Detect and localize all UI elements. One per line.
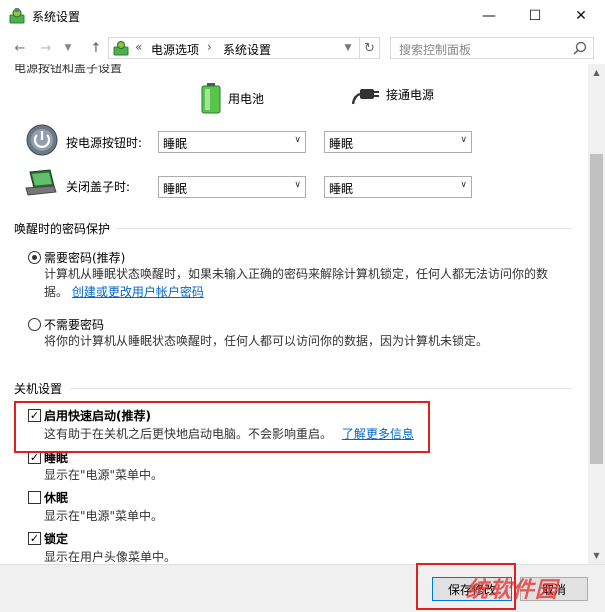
no-password-label[interactable]: 不需要密码: [44, 316, 104, 333]
up-button[interactable]: ↑: [86, 38, 106, 58]
wake-section-title: 唤醒时的密码保护: [14, 222, 111, 236]
address-row: ← → ▼ ↑ « 电源选项 › 系统设置 ▼ ↻ 搜索控制面板: [0, 32, 605, 64]
battery-column-header: 用电池: [200, 82, 264, 114]
power-plug-icon: [352, 89, 379, 105]
lock-label[interactable]: 锁定: [44, 530, 68, 547]
chevron-down-icon: ∨: [460, 180, 467, 190]
sleep-description: 显示在"电源"菜单中。: [44, 468, 164, 482]
plugged-in-label: 接通电源: [386, 87, 435, 102]
hibernate-checkbox[interactable]: [28, 491, 41, 504]
search-icon[interactable]: [573, 41, 587, 55]
power-button-battery-select[interactable]: 睡眠 ∨: [158, 131, 306, 153]
battery-label: 用电池: [228, 91, 265, 106]
require-password-desc-line2: 据。: [44, 285, 69, 299]
breadcrumb-power-options[interactable]: 电源选项: [151, 41, 199, 58]
search-input[interactable]: 搜索控制面板: [390, 37, 594, 59]
lid-battery-select[interactable]: 睡眠 ∨: [158, 176, 306, 198]
breadcrumb-overflow[interactable]: «: [135, 40, 142, 54]
no-password-radio[interactable]: [28, 318, 41, 331]
power-options-icon: [9, 8, 25, 24]
chevron-down-icon: ∨: [460, 135, 467, 145]
lid-plugged-select[interactable]: 睡眠 ∨: [324, 176, 472, 198]
breadcrumb-system-settings[interactable]: 系统设置: [223, 41, 271, 58]
lid-label: 关闭盖子时:: [66, 180, 131, 194]
control-panel-icon: [113, 41, 129, 56]
scroll-up-icon[interactable]: ▲: [588, 64, 605, 81]
create-password-link[interactable]: 创建或更改用户帐户密码: [72, 285, 204, 299]
hibernate-label[interactable]: 休眠: [44, 489, 68, 506]
scroll-down-icon[interactable]: ▼: [588, 547, 605, 564]
require-password-description: 计算机从睡眠状态唤醒时，如果未输入正确的密码来解除计算机锁定，任何人都无法访问你…: [44, 265, 574, 301]
lock-checkbox[interactable]: ✓: [28, 532, 41, 545]
settings-content: 电源按钮和盖子设置 用电池 接通电源 按电源按钮时: 睡眠 ∨ 睡眠 ∨ 关闭盖…: [0, 64, 588, 564]
address-dropdown-icon[interactable]: ▼: [341, 41, 355, 55]
require-password-radio[interactable]: [28, 251, 41, 264]
lock-description: 显示在用户头像菜单中。: [44, 550, 177, 564]
forward-button[interactable]: →: [36, 38, 56, 58]
hibernate-description: 显示在"电源"菜单中。: [44, 509, 164, 523]
battery-icon: [201, 83, 221, 114]
shutdown-section-title: 关机设置: [14, 382, 63, 396]
chevron-down-icon: ∨: [294, 180, 301, 190]
power-section-title: 电源按钮和盖子设置: [14, 64, 123, 75]
recent-locations-chevron-icon[interactable]: ▼: [58, 38, 78, 58]
wake-divider: [116, 228, 572, 229]
close-button[interactable]: ✕: [558, 0, 604, 32]
window-title: 系统设置: [32, 10, 81, 24]
laptop-lid-icon: [25, 169, 57, 196]
scroll-thumb[interactable]: [590, 154, 603, 464]
maximize-button[interactable]: ☐: [512, 0, 558, 32]
power-button-plugged-value: 睡眠: [329, 137, 354, 151]
power-button-label: 按电源按钮时:: [66, 136, 143, 150]
watermark: 统软件园: [466, 578, 559, 603]
back-button[interactable]: ←: [10, 38, 30, 58]
lid-battery-value: 睡眠: [163, 182, 188, 196]
require-password-desc-line1: 计算机从睡眠状态唤醒时，如果未输入正确的密码来解除计算机锁定，任何人都无法访问你…: [44, 267, 549, 281]
chevron-down-icon: ∨: [294, 135, 301, 145]
lid-plugged-value: 睡眠: [329, 182, 354, 196]
power-button-battery-value: 睡眠: [163, 137, 188, 151]
no-password-description: 将你的计算机从睡眠状态唤醒时，任何人都可以访问你的数据，因为计算机未锁定。: [44, 334, 489, 348]
refresh-button[interactable]: ↻: [359, 38, 379, 58]
minimize-button[interactable]: —: [466, 0, 512, 32]
breadcrumb-separator[interactable]: ›: [207, 40, 212, 54]
power-button-plugged-select[interactable]: 睡眠 ∨: [324, 131, 472, 153]
fast-startup-highlight: [14, 401, 430, 453]
title-bar: 系统设置 — ☐ ✕: [0, 0, 605, 32]
address-bar[interactable]: « 电源选项 › 系统设置 ▼ ↻: [108, 37, 380, 59]
vertical-scrollbar[interactable]: ▲ ▼: [588, 64, 605, 564]
plugged-in-column-header: 接通电源: [352, 82, 434, 106]
require-password-label[interactable]: 需要密码(推荐): [44, 249, 125, 266]
power-button-icon: [26, 124, 58, 156]
shutdown-divider: [70, 388, 572, 389]
search-placeholder: 搜索控制面板: [399, 43, 472, 57]
